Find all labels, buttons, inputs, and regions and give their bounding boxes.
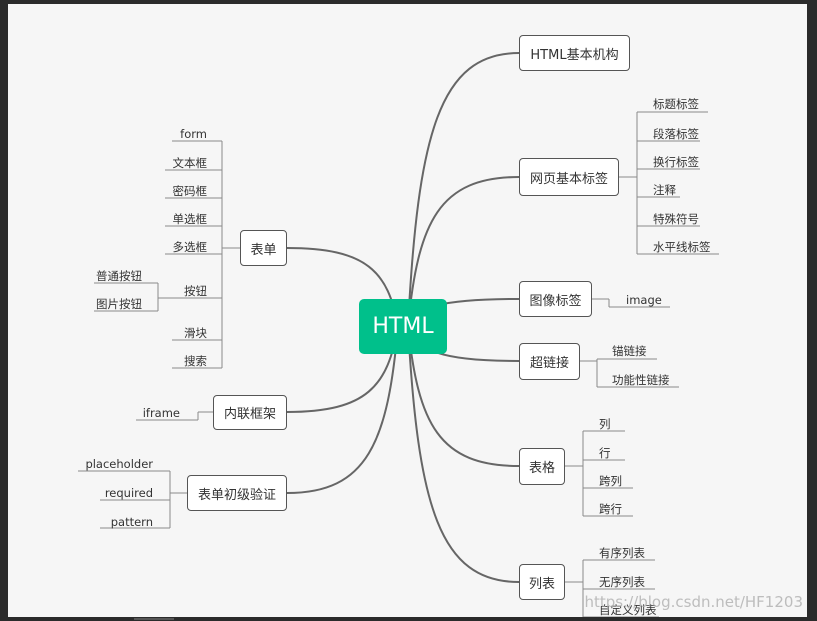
branch-html-basic-structure[interactable]: HTML基本机构 — [519, 35, 630, 71]
leaf-required: required — [104, 486, 153, 500]
branch-image-tag[interactable]: 图像标签 — [519, 281, 592, 317]
connector-right-5 — [407, 325, 520, 583]
leaf-password-field: 密码框 — [172, 184, 208, 198]
leaf-slider: 滑块 — [184, 326, 207, 340]
leaf-pattern: pattern — [110, 515, 153, 529]
leaf-text-field: 文本框 — [172, 156, 208, 170]
branch-hyperlink[interactable]: 超链接 — [519, 343, 580, 380]
leaf-anchor-link: 锚链接 — [612, 344, 647, 358]
branch-table[interactable]: 表格 — [519, 448, 565, 485]
leaf-functional-link: 功能性链接 — [612, 373, 670, 387]
leaf-horizontal-line-tag: 水平线标签 — [653, 240, 711, 254]
watermark: https://blog.csdn.net/HF1203 — [584, 593, 803, 611]
bottom-bar — [0, 617, 817, 621]
leaf-linebreak-tag: 换行标签 — [653, 155, 699, 169]
leaf-comment: 注释 — [653, 183, 676, 197]
leaf-search: 搜索 — [184, 354, 207, 368]
leaf-image: image — [626, 293, 662, 307]
branch-page-basic-tags[interactable]: 网页基本标签 — [519, 158, 619, 196]
leaf-button: 按钮 — [184, 284, 207, 298]
leaf-iframe: iframe — [142, 406, 180, 420]
leaf-placeholder: placeholder — [85, 457, 153, 471]
branch-form-validation[interactable]: 表单初级验证 — [187, 475, 287, 511]
leaf-ordered-list: 有序列表 — [599, 546, 645, 560]
branch-inline-frame[interactable]: 内联框架 — [213, 395, 287, 430]
leaf-form: form — [180, 127, 207, 141]
leaf-paragraph-tag: 段落标签 — [653, 127, 699, 141]
leaf-image-button: 图片按钮 — [96, 297, 142, 311]
leaf-normal-button: 普通按钮 — [96, 269, 142, 283]
leaf-checkbox: 多选框 — [172, 240, 208, 254]
branch-list[interactable]: 列表 — [519, 564, 565, 600]
leaf-special-symbol: 特殊符号 — [653, 212, 699, 226]
branch-form[interactable]: 表单 — [240, 230, 287, 266]
leaf-heading-tag: 标题标签 — [653, 97, 699, 111]
leaf-radio: 单选框 — [172, 212, 208, 226]
root-node-html[interactable]: HTML — [359, 299, 447, 354]
leaf-rowspan: 跨行 — [599, 502, 622, 516]
leaf-column: 列 — [599, 417, 611, 431]
mindmap-canvas: HTML HTML基本机构 网页基本标签 图像标签 超链接 表格 列表 表单 内… — [8, 4, 807, 617]
leaf-colspan: 跨列 — [599, 474, 622, 488]
leaf-row: 行 — [599, 446, 611, 460]
leaf-unordered-list: 无序列表 — [599, 575, 645, 589]
